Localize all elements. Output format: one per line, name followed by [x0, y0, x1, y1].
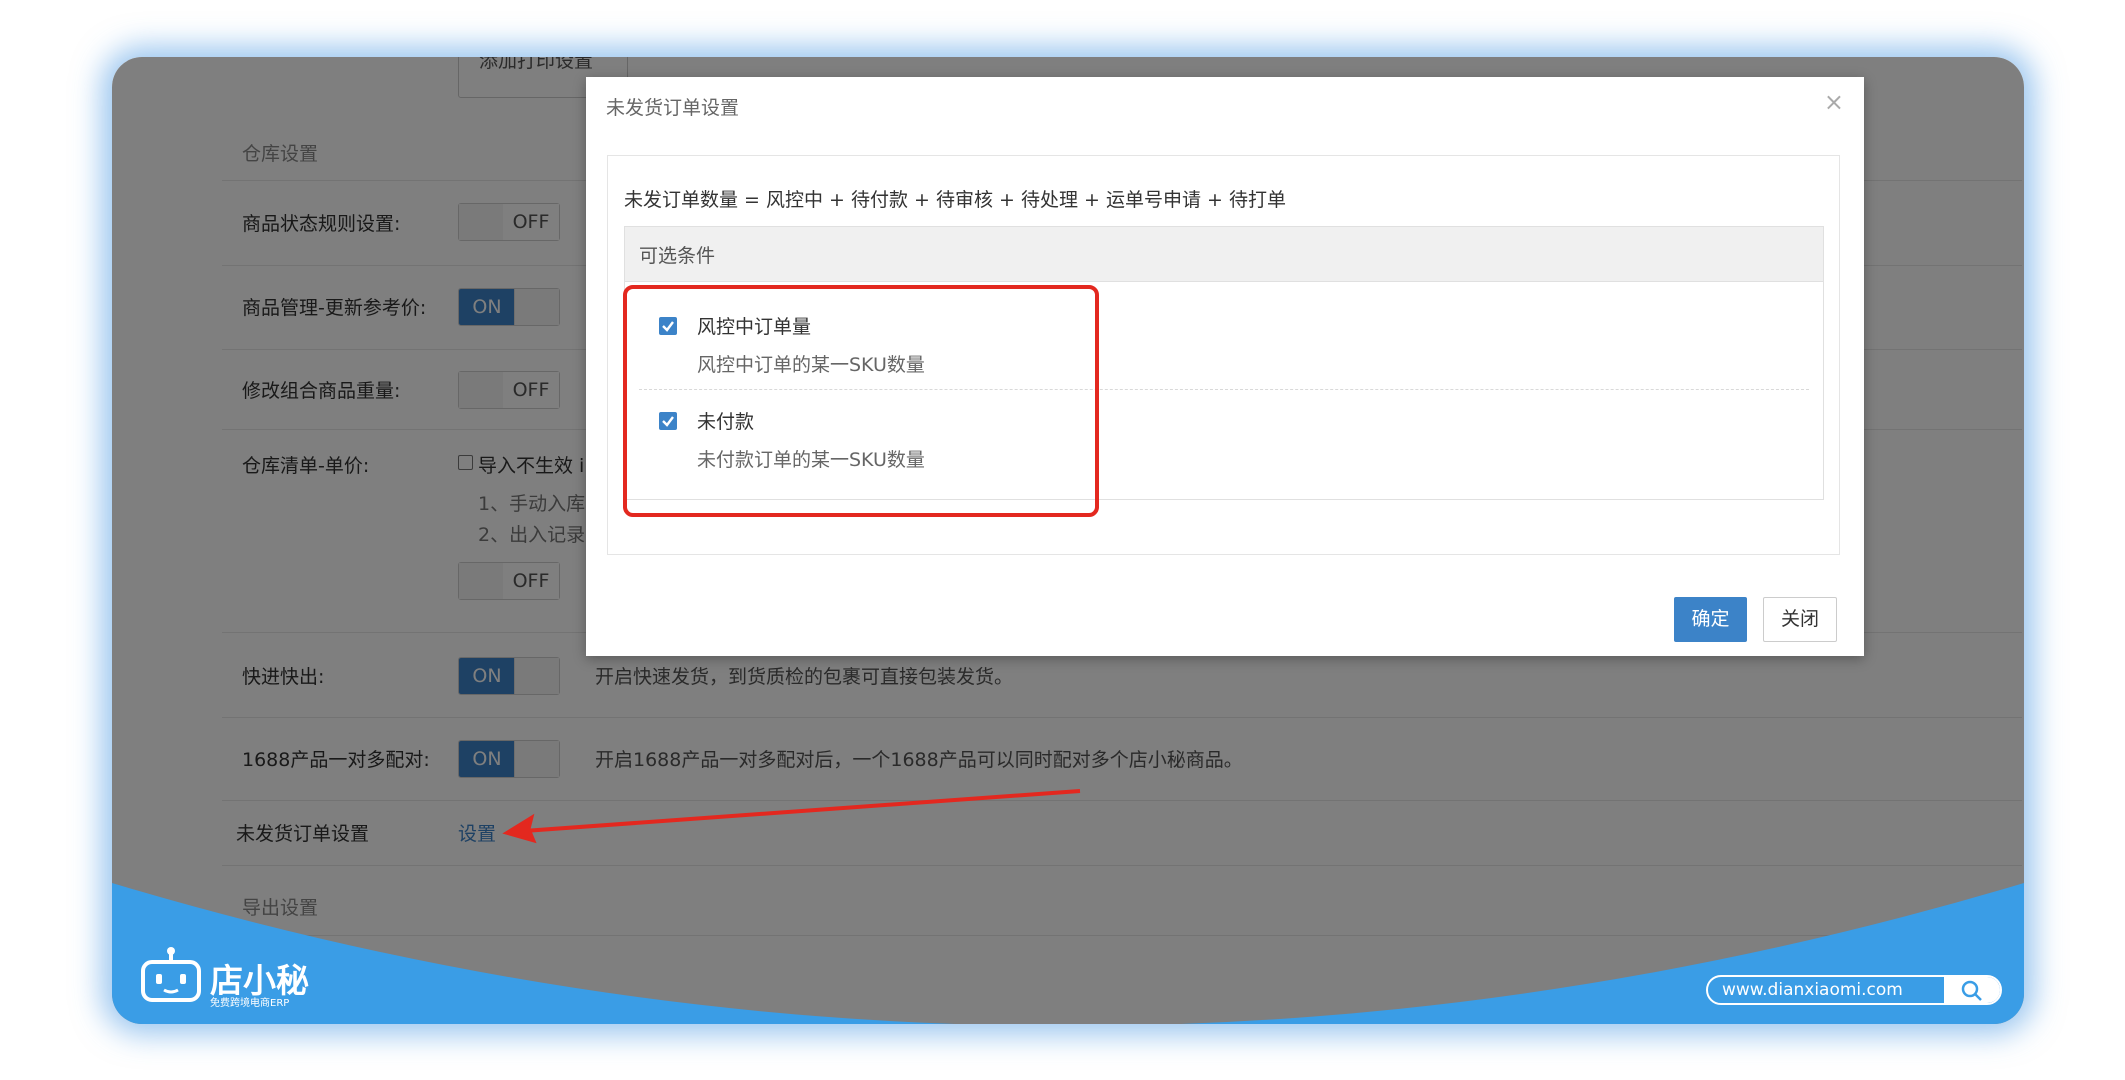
screenshot-frame: 添加打印设置 仓库设置 商品状态规则设置: OFF 商品管理-更新参考价: ON… [112, 57, 2024, 1024]
annotation-arrow [502, 789, 1081, 844]
